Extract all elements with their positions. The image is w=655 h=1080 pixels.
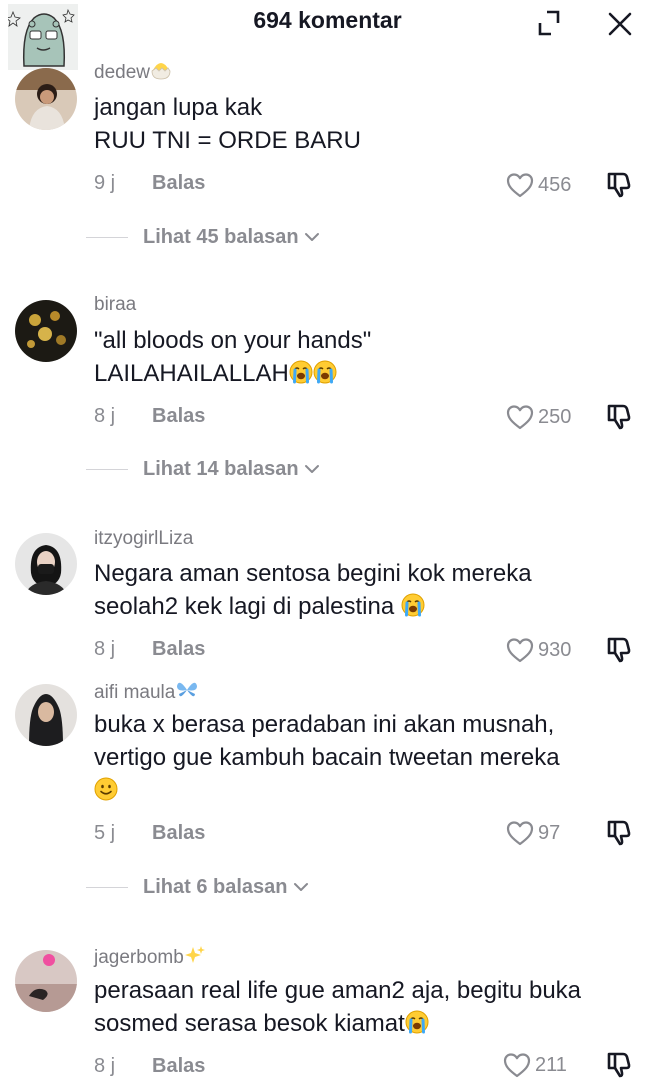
sparkles-icon (184, 946, 205, 963)
replies-divider (86, 886, 128, 888)
like-count: 456 (538, 173, 572, 196)
comment-time: 5 j (94, 822, 116, 844)
avatar[interactable] (15, 68, 77, 130)
like-button[interactable]: 456 (505, 170, 571, 200)
butterfly-icon (177, 682, 198, 697)
comment-line: Negara aman sentosa begini kok mereka (94, 560, 532, 587)
comment-line (94, 774, 634, 807)
heart-icon (505, 636, 535, 664)
comment-username[interactable]: itzyogirlLiza (94, 528, 193, 550)
comment-username[interactable]: dedew (94, 60, 172, 84)
heart-icon (505, 403, 535, 431)
comment-line: jangan lupa kak (94, 94, 263, 121)
dislike-icon[interactable] (603, 816, 635, 848)
comment-line: "all bloods on your hands" (94, 327, 372, 354)
reply-button[interactable]: Balas (152, 405, 205, 428)
comment-time: 8 j (94, 405, 116, 427)
dislike-icon[interactable] (603, 168, 635, 200)
avatar[interactable] (15, 950, 77, 1012)
comment-text: "all bloods on your hands" LAILAHAILALLA… (94, 324, 634, 390)
comment-text: Negara aman sentosa begini kok mereka se… (94, 557, 634, 623)
like-count: 97 (538, 821, 561, 844)
loudly-crying-face-icon (289, 360, 313, 384)
avatar[interactable] (15, 533, 77, 595)
replies-divider (86, 468, 128, 470)
like-button[interactable]: 97 (505, 818, 560, 848)
comment-line: buka x berasa peradaban ini akan musnah, (94, 711, 555, 738)
comment-text: buka x berasa peradaban ini akan musnah,… (94, 708, 634, 807)
like-button[interactable]: 250 (505, 402, 571, 432)
dislike-icon[interactable] (603, 1048, 635, 1080)
like-button[interactable]: 930 (505, 635, 571, 665)
comment-line: RUU TNI = ORDE BARU (94, 127, 361, 154)
comment-time: 8 j (94, 1055, 116, 1077)
like-count: 211 (535, 1053, 567, 1076)
loudly-crying-face-icon (401, 593, 425, 617)
comment-text: perasaan real life gue aman2 aja, begitu… (94, 974, 634, 1040)
dislike-icon[interactable] (603, 633, 635, 665)
loudly-crying-face-icon (313, 360, 337, 384)
view-replies-label: Lihat 6 balasan (143, 875, 288, 898)
loudly-crying-face-icon (405, 1010, 429, 1034)
comment-line: vertigo gue kambuh bacain tweetan mereka (94, 744, 560, 771)
comment-username[interactable]: jagerbomb (94, 945, 206, 969)
heart-icon (505, 171, 535, 199)
hatching-chick-icon (151, 63, 171, 80)
comment-text: jangan lupa kak RUU TNI = ORDE BARU (94, 91, 634, 157)
chevron-down-icon (304, 463, 320, 475)
close-icon[interactable] (605, 9, 635, 39)
heart-icon (502, 1051, 532, 1079)
slightly-smiling-face-icon (94, 777, 118, 801)
reply-button[interactable]: Balas (152, 172, 205, 195)
comment-line: seolah2 kek lagi di palestina (94, 590, 634, 623)
reply-button[interactable]: Balas (152, 1055, 205, 1078)
expand-icon[interactable] (534, 9, 564, 37)
avatar[interactable] (15, 684, 77, 746)
comment-time: 9 j (94, 172, 116, 194)
avatar[interactable] (15, 300, 77, 362)
sticker-image (8, 4, 78, 70)
like-button[interactable]: 211 (502, 1050, 567, 1080)
view-replies-button[interactable]: Lihat 6 balasan (86, 873, 309, 901)
chevron-down-icon (304, 231, 320, 243)
view-replies-label: Lihat 45 balasan (143, 225, 299, 248)
comment-line: sosmed serasa besok kiamat (94, 1007, 634, 1040)
comment-username[interactable]: biraa (94, 294, 136, 316)
dislike-icon[interactable] (603, 400, 635, 432)
view-replies-button[interactable]: Lihat 14 balasan (86, 455, 320, 483)
comment-time: 8 j (94, 638, 116, 660)
like-count: 930 (538, 638, 572, 661)
replies-divider (86, 236, 128, 238)
reply-button[interactable]: Balas (152, 638, 205, 661)
chevron-down-icon (293, 881, 309, 893)
comment-username[interactable]: aifi maula (94, 680, 199, 704)
view-replies-label: Lihat 14 balasan (143, 457, 299, 480)
reply-button[interactable]: Balas (152, 822, 205, 845)
comment-line: LAILAHAILALLAH (94, 357, 634, 390)
like-count: 250 (538, 405, 572, 428)
comment-line: perasaan real life gue aman2 aja, begitu… (94, 977, 582, 1004)
view-replies-button[interactable]: Lihat 45 balasan (86, 223, 320, 251)
heart-icon (505, 819, 535, 847)
comments-header: 694 komentar (0, 0, 655, 44)
